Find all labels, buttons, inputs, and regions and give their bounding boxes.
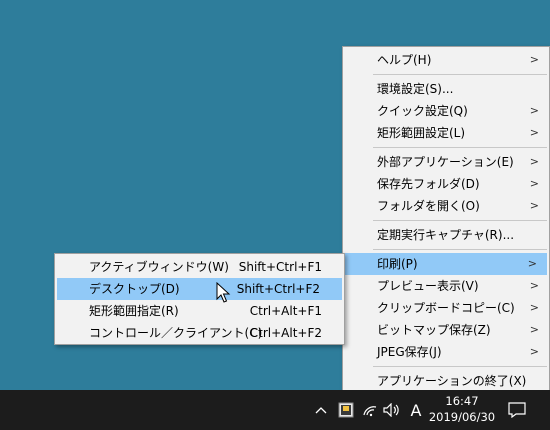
submenu-item-label: コントロール／クライアント(C) [89, 326, 263, 340]
menu-item-preferences-label: 環境設定(S)... [377, 82, 454, 96]
wifi-icon[interactable] [360, 390, 380, 430]
menu-item-clipboard-copy[interactable]: クリップボードコピー(C) > [343, 297, 549, 319]
menu-item-bitmap-save-label: ビットマップ保存(Z) [377, 323, 491, 337]
chevron-right-icon: > [529, 53, 539, 66]
menu-item-open-folder[interactable]: フォルダを開く(O) > [343, 195, 549, 217]
submenu-item-shortcut: Shift+Ctrl+F2 [236, 282, 320, 296]
menu-item-external-apps[interactable]: 外部アプリケーション(E) > [343, 151, 549, 173]
menu-item-preview-label: プレビュー表示(V) [377, 279, 479, 293]
submenu-item-label: 矩形範囲指定(R) [89, 304, 179, 318]
menu-item-external-apps-label: 外部アプリケーション(E) [377, 155, 514, 169]
clock[interactable]: 16:47 2019/06/30 [428, 393, 496, 425]
menu-item-clipboard-copy-label: クリップボードコピー(C) [377, 301, 515, 315]
chevron-right-icon: > [529, 104, 539, 117]
submenu-item-label: アクティブウィンドウ(W) [89, 260, 229, 274]
menu-item-jpeg-save-label: JPEG保存(J) [377, 345, 442, 359]
ime-mode-indicator[interactable]: A [406, 390, 426, 430]
clock-time: 16:47 [445, 394, 479, 408]
menu-item-save-folder[interactable]: 保存先フォルダ(D) > [343, 173, 549, 195]
submenu-item-active-window[interactable]: アクティブウィンドウ(W) Shift+Ctrl+F1 [55, 256, 344, 278]
chevron-right-icon: > [529, 199, 539, 212]
submenu-item-region[interactable]: 矩形範囲指定(R) Ctrl+Alt+F1 [55, 300, 344, 322]
menu-item-jpeg-save[interactable]: JPEG保存(J) > [343, 341, 549, 363]
menu-item-exit-label: アプリケーションの終了(X) [377, 374, 527, 388]
menu-item-scheduled-capture-label: 定期実行キャプチャ(R)... [377, 228, 515, 242]
taskbar: A 16:47 2019/06/30 [0, 390, 550, 430]
menu-item-save-folder-label: 保存先フォルダ(D) [377, 177, 480, 191]
menu-separator [373, 366, 547, 367]
chevron-up-icon[interactable] [312, 390, 330, 430]
submenu-item-label: デスクトップ(D) [89, 282, 180, 296]
menu-item-exit[interactable]: アプリケーションの終了(X) [343, 370, 549, 392]
submenu-item-desktop[interactable]: デスクトップ(D) Shift+Ctrl+F2 [57, 278, 342, 300]
menu-separator [373, 249, 547, 250]
submenu-item-shortcut: Shift+Ctrl+F1 [238, 260, 322, 274]
clock-date: 2019/06/30 [428, 410, 496, 424]
chevron-right-icon: > [529, 301, 539, 314]
chevron-right-icon: > [529, 345, 539, 358]
speaker-icon[interactable] [382, 390, 402, 430]
menu-item-region-settings-label: 矩形範囲設定(L) [377, 126, 466, 140]
menu-item-quick-settings-label: クイック設定(Q) [377, 104, 468, 118]
capture-app-icon[interactable] [336, 390, 356, 430]
notification-icon[interactable] [506, 390, 528, 430]
menu-item-help[interactable]: ヘルプ(H) > [343, 49, 549, 71]
chevron-right-icon: > [529, 279, 539, 292]
menu-item-print-label: 印刷(P) [377, 257, 418, 271]
menu-item-scheduled-capture[interactable]: 定期実行キャプチャ(R)... [343, 224, 549, 246]
menu-separator [373, 74, 547, 75]
chevron-right-icon: > [529, 177, 539, 190]
menu-item-help-label: ヘルプ(H) [377, 53, 432, 67]
menu-item-preferences[interactable]: 環境設定(S)... [343, 78, 549, 100]
menu-separator [373, 220, 547, 221]
mouse-cursor-icon [216, 282, 231, 303]
menu-item-preview[interactable]: プレビュー表示(V) > [343, 275, 549, 297]
menu-item-print[interactable]: 印刷(P) > [345, 253, 547, 275]
tray-context-menu: ヘルプ(H) > 環境設定(S)... クイック設定(Q) > 矩形範囲設定(L… [342, 46, 550, 396]
menu-item-open-folder-label: フォルダを開く(O) [377, 199, 480, 213]
submenu-item-control-client[interactable]: コントロール／クライアント(C) Ctrl+Alt+F2 [55, 322, 344, 344]
chevron-right-icon: > [529, 126, 539, 139]
menu-separator [373, 147, 547, 148]
menu-item-quick-settings[interactable]: クイック設定(Q) > [343, 100, 549, 122]
menu-item-bitmap-save[interactable]: ビットマップ保存(Z) > [343, 319, 549, 341]
chevron-right-icon: > [527, 257, 537, 270]
submenu-item-shortcut: Ctrl+Alt+F1 [249, 304, 322, 318]
menu-item-region-settings[interactable]: 矩形範囲設定(L) > [343, 122, 549, 144]
chevron-right-icon: > [529, 323, 539, 336]
submenu-item-shortcut: Ctrl+Alt+F2 [249, 326, 322, 340]
chevron-right-icon: > [529, 155, 539, 168]
print-submenu: アクティブウィンドウ(W) Shift+Ctrl+F1 デスクトップ(D) Sh… [54, 253, 345, 345]
